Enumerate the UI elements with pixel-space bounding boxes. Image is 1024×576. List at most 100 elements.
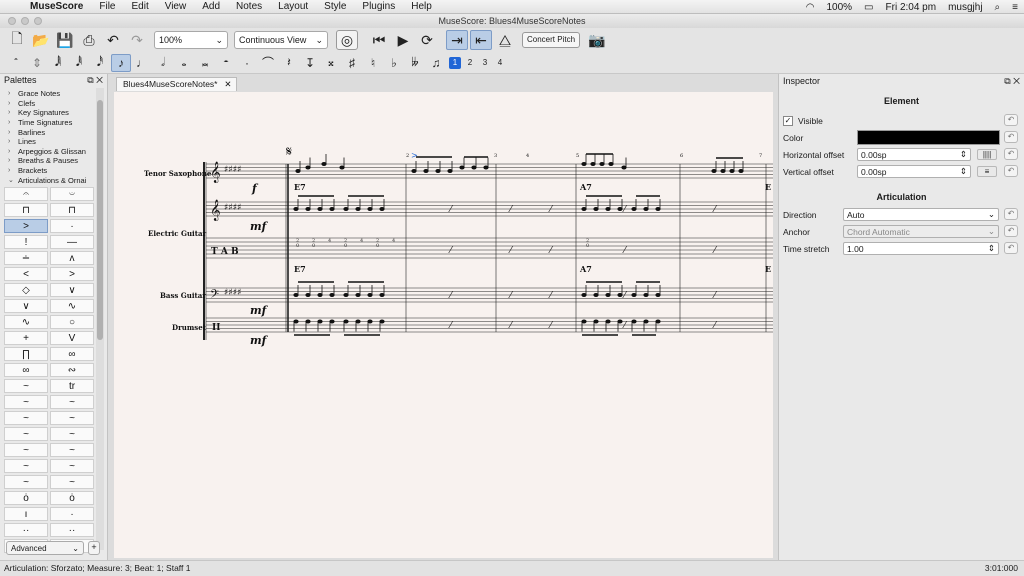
note-head[interactable] xyxy=(738,169,744,174)
concert-pitch-button[interactable]: Concert Pitch xyxy=(522,32,581,48)
voice-swap-icon[interactable]: ↧ xyxy=(300,54,320,72)
note-head[interactable] xyxy=(293,292,299,297)
repeat-slash[interactable]: ⁄ xyxy=(548,205,554,215)
stepper-icon[interactable]: ⇕ xyxy=(988,243,995,254)
reset-icon[interactable]: ↶ xyxy=(1004,148,1018,160)
note-head[interactable] xyxy=(435,169,441,174)
palette-lines[interactable]: › Lines xyxy=(8,137,107,147)
loop-in-icon[interactable]: ⇥ xyxy=(446,30,468,50)
breve-icon[interactable]: 𝅜 xyxy=(195,54,215,72)
chord-symbol[interactable]: E7 xyxy=(294,182,306,192)
note-input-icon[interactable]: 𝆳 xyxy=(6,54,26,72)
note-head[interactable] xyxy=(643,319,649,324)
chord-symbol[interactable]: E xyxy=(765,264,771,274)
stepper-icon[interactable]: ⇕ xyxy=(960,166,967,177)
palette-cell[interactable]: ~ xyxy=(4,427,48,441)
palette-cell[interactable]: < xyxy=(4,267,48,281)
note-head[interactable] xyxy=(355,207,361,212)
palette-arpeggios[interactable]: › Arpeggios & Glissan xyxy=(8,147,107,157)
quarter-note-icon[interactable]: ♩ xyxy=(132,54,152,72)
repeat-slash[interactable]: ⁄ xyxy=(712,246,718,256)
repeat-slash[interactable]: ⁄ xyxy=(622,205,628,215)
close-window-button[interactable] xyxy=(8,17,16,25)
menu-help[interactable]: Help xyxy=(403,1,440,12)
minimize-window-button[interactable] xyxy=(21,17,29,25)
palette-brackets[interactable]: › Brackets xyxy=(8,166,107,176)
note-head[interactable] xyxy=(329,207,335,212)
direction-select[interactable]: Auto ⌄ xyxy=(843,208,999,221)
palette-cell[interactable]: ȯ xyxy=(4,491,48,505)
repeat-slash[interactable]: ⁄ xyxy=(548,321,554,331)
note-head[interactable] xyxy=(305,165,311,170)
palette-cell[interactable]: ȯ xyxy=(50,491,94,505)
note-head[interactable] xyxy=(631,207,637,212)
repeat-slash[interactable]: ⁄ xyxy=(712,205,718,215)
close-icon[interactable]: ✕ xyxy=(96,75,103,85)
note-head[interactable] xyxy=(590,162,596,167)
palette-cell[interactable]: ~ xyxy=(50,395,94,409)
note-head[interactable] xyxy=(621,165,627,170)
double-sharp-icon[interactable]: 𝄪 xyxy=(321,54,341,72)
palette-cell[interactable]: ~ xyxy=(4,411,48,425)
reset-icon[interactable]: ↶ xyxy=(1004,242,1018,254)
repeat-slash[interactable]: ⁄ xyxy=(712,291,718,301)
palette-cell[interactable]: V xyxy=(50,331,94,345)
note-head[interactable] xyxy=(631,292,637,297)
note-head[interactable] xyxy=(655,207,661,212)
palette-cell[interactable]: ~ xyxy=(4,443,48,457)
palette-cell[interactable]: ~ xyxy=(50,443,94,457)
palette-cell[interactable]: ⊓ xyxy=(4,203,48,217)
note-head[interactable] xyxy=(605,207,611,212)
menu-file[interactable]: File xyxy=(91,1,123,12)
note-head[interactable] xyxy=(293,319,299,324)
palette-cell[interactable]: ~ xyxy=(4,475,48,489)
menu-style[interactable]: Style xyxy=(316,1,354,12)
clock[interactable]: Fri 2:04 pm xyxy=(880,2,943,13)
float-icon[interactable]: ⧉ xyxy=(87,75,93,85)
note-head[interactable] xyxy=(379,319,385,324)
repeat-slash[interactable]: ⁄ xyxy=(448,291,454,301)
repeat-slash[interactable]: ⁄ xyxy=(448,246,454,256)
palette-cell[interactable]: ∿ xyxy=(50,299,94,313)
palette-cell[interactable]: ∸ xyxy=(4,251,48,265)
note-head[interactable] xyxy=(593,292,599,297)
palette-cell[interactable]: > xyxy=(50,267,94,281)
note-head[interactable] xyxy=(581,292,587,297)
instrument-name[interactable]: Drumset xyxy=(172,323,207,332)
palette-cell[interactable]: ~ xyxy=(50,459,94,473)
chord-symbol[interactable]: E7 xyxy=(294,264,306,274)
score-page[interactable]: 𝄞 𝄞 T A B 𝄢 II ♯♯♯♯ ♯♯♯♯ ♯♯♯♯ 𝄋 f mf mf … xyxy=(114,92,773,558)
repeat-slash[interactable]: ⁄ xyxy=(622,246,628,256)
note-head[interactable] xyxy=(411,169,417,174)
32nd-note-icon[interactable]: 𝅘𝅥𝅱 xyxy=(69,54,89,72)
note-head[interactable] xyxy=(329,292,335,297)
voice-3-button[interactable]: 3 xyxy=(479,57,491,69)
reset-icon[interactable]: ↶ xyxy=(1004,131,1018,143)
playback-settings-icon[interactable]: ◎ xyxy=(336,30,358,50)
palette-cell[interactable]: ⊓ xyxy=(50,203,94,217)
palette-scrollbar[interactable] xyxy=(96,88,104,550)
chord-symbol[interactable]: A7 xyxy=(579,264,592,274)
palette-grace-notes[interactable]: › Grace Notes xyxy=(8,89,107,99)
augmentation-dot-icon[interactable]: · xyxy=(237,54,257,72)
repeat-slash[interactable]: ⁄ xyxy=(448,321,454,331)
voice-2-button[interactable]: 2 xyxy=(464,57,476,69)
note-head[interactable] xyxy=(321,162,327,167)
64th-note-icon[interactable]: 𝅘𝅥𝅲 xyxy=(48,54,68,72)
zoom-select[interactable]: 100% ⌄ xyxy=(154,31,228,49)
note-head[interactable] xyxy=(379,292,385,297)
palette-cell[interactable]: — xyxy=(50,235,94,249)
redo-icon[interactable]: ↷ xyxy=(126,30,148,50)
loop-out-icon[interactable]: ⇤ xyxy=(470,30,492,50)
repeat-slash[interactable]: ⁄ xyxy=(622,291,628,301)
note-head[interactable] xyxy=(343,207,349,212)
note-head[interactable] xyxy=(305,207,311,212)
palette-cell[interactable]: ! xyxy=(4,235,48,249)
play-icon[interactable]: ▶ xyxy=(392,30,414,50)
time-stretch-input[interactable]: 1.00 ⇕ xyxy=(843,242,999,255)
battery-level[interactable]: 100% xyxy=(820,2,858,13)
print-icon[interactable]: ⎙ xyxy=(78,30,100,50)
instrument-name[interactable]: Bass Guitar xyxy=(160,291,206,300)
rest-icon[interactable]: 𝄼 xyxy=(216,54,236,72)
align-icon[interactable]: ≡ xyxy=(977,166,997,177)
